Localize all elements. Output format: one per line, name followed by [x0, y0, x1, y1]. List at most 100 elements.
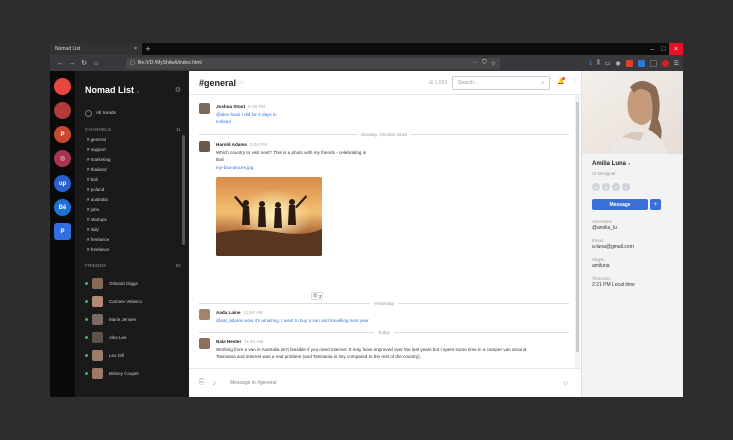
online-status-dot [85, 300, 88, 303]
threads-icon [85, 110, 92, 117]
friends-section-header[interactable]: FRIENDS 82 [85, 263, 181, 268]
field-label: Timezone [592, 276, 611, 281]
dribbble-icon[interactable]: ◎ [54, 150, 71, 167]
profile-name: Amilia Luna ● [592, 161, 631, 167]
field-value[interactable]: a-luna@gmail.com [592, 244, 634, 250]
sync-icon[interactable]: ◉ [615, 60, 620, 67]
facebook-icon[interactable]: f [622, 183, 630, 191]
attach-icon[interactable]: ⎘ [199, 379, 205, 387]
reaction-badge[interactable]: 😮 3 [311, 292, 323, 300]
instagram-icon[interactable]: ◎ [602, 183, 610, 191]
bookmark-star-icon[interactable]: ☆ [491, 60, 496, 67]
close-window-button[interactable]: × [669, 43, 683, 55]
channels-scrollbar[interactable] [182, 135, 185, 245]
friend-item[interactable]: Leo Gill [85, 350, 124, 361]
field-value[interactable]: amiluna [592, 263, 610, 269]
channel-item-jobs[interactable]: # jobs [87, 207, 99, 212]
extension-dark-icon[interactable] [649, 59, 657, 67]
url-text: file:///D:/MyShiteA/index.html [137, 60, 202, 66]
avatar [92, 332, 103, 343]
search-input[interactable]: Search... ⌕ [452, 76, 550, 90]
channel-item-startups[interactable]: # startups [87, 217, 107, 222]
home-icon[interactable]: ⌂ [90, 57, 102, 69]
download-icon[interactable]: ⤓ [589, 60, 592, 67]
all-threads-link[interactable]: All treads [85, 110, 116, 117]
twitter-icon[interactable]: ✓ [612, 183, 620, 191]
minimize-button[interactable]: – [647, 43, 658, 55]
notification-bell-icon[interactable]: 🔔 [557, 77, 566, 85]
channel-item-australia[interactable]: # australia [87, 197, 108, 202]
star-icon[interactable]: ☆ [239, 79, 244, 86]
new-tab-button[interactable]: + [142, 43, 154, 55]
forward-icon[interactable]: → [66, 57, 78, 69]
message-button[interactable]: Message [592, 199, 648, 210]
workspace-rail: P ◎ up Bē P [50, 71, 75, 397]
channels-section-header[interactable]: CHANNELS 11 [85, 127, 181, 132]
channel-item-general[interactable]: # general [87, 137, 106, 142]
message-text[interactable]: Iceland [216, 118, 277, 126]
avatar [199, 103, 210, 114]
attached-photo[interactable] [216, 177, 322, 256]
upwork-icon[interactable]: up [54, 175, 71, 192]
behance-icon[interactable]: Bē [54, 199, 71, 216]
back-icon[interactable]: ← [54, 57, 66, 69]
team-icon[interactable] [54, 102, 71, 119]
members-icon: ⊞ [429, 80, 434, 86]
linkedin-icon[interactable]: in [592, 183, 600, 191]
friend-item[interactable]: Marie Jensen [85, 314, 136, 325]
channel-item-poland[interactable]: # poland [87, 187, 104, 192]
p-icon[interactable]: P [54, 126, 71, 143]
date-divider: Monday, October 22nd [199, 131, 569, 137]
tab-title: Nomad List [55, 46, 81, 52]
message-text[interactable]: @alex-hack I did for 6 days in [216, 111, 277, 119]
more-menu-icon[interactable]: ☰ [674, 60, 679, 67]
extension-blue-icon[interactable] [637, 59, 645, 67]
extension-red-icon[interactable] [625, 59, 633, 67]
attachment-link[interactable]: my-bsa-places.jpg [216, 164, 366, 172]
message-text: Which country to visit next? This is a p… [216, 149, 367, 155]
nomad-logo-icon[interactable] [54, 78, 71, 95]
message-author[interactable]: Aada Laine [216, 310, 241, 315]
channel-title: #general [199, 77, 237, 88]
page-actions-icon[interactable]: ··· [472, 60, 478, 67]
message-author[interactable]: Joshua Stout [216, 104, 245, 109]
browser-tab[interactable]: Nomad List × [50, 43, 142, 55]
microphone-icon[interactable]: ♪ [213, 380, 217, 387]
message-input[interactable]: Message in #general [230, 380, 276, 386]
member-count[interactable]: ⊞ 1,093 [429, 80, 447, 86]
channel-item-freelance[interactable]: # freelance [87, 237, 109, 242]
channel-item-freelance-2[interactable]: # freelance [87, 247, 109, 252]
extensions-bar: ⤓ ⫼ ▭ ◉ ☰ [589, 59, 679, 67]
profile-social-links: in ◎ ✓ f [592, 183, 630, 191]
chat-scrollbar[interactable] [575, 95, 580, 368]
tab-close-icon[interactable]: × [134, 46, 137, 52]
sidebar-icon[interactable]: ▭ [605, 60, 611, 67]
pocket-icon[interactable]: ⛉ [482, 60, 487, 67]
friend-item[interactable]: Carmen Velasco [85, 296, 142, 307]
profile-role: UI Designer [592, 171, 616, 176]
message-author[interactable]: Nala Hester [216, 339, 241, 344]
friend-item[interactable]: Alex Lee [85, 332, 127, 343]
header-actions: 🔔 ⋮ [557, 77, 577, 85]
message-text[interactable]: @sal_adams wow it's amazing. I want to b… [216, 317, 369, 325]
channel-item-italy[interactable]: # italy [87, 227, 99, 232]
chat-main: #general ☆ ⊞ 1,093 Search... ⌕ 🔔 ⋮ Joshu… [189, 71, 581, 397]
kebab-menu-icon[interactable]: ⋮ [571, 78, 577, 85]
friend-item[interactable]: Britney Cooper [85, 368, 139, 379]
extension-shield-icon[interactable] [661, 59, 669, 67]
url-bar[interactable]: ▢ file:///D:/MyShiteA/index.html ··· ⛉ ☆ [126, 57, 500, 69]
pinterest-icon[interactable]: P [54, 223, 71, 240]
friend-item[interactable]: Orlando Diggs [85, 278, 138, 289]
channel-item-support[interactable]: # support [87, 147, 106, 152]
channel-item-marketing[interactable]: # marketing [87, 157, 111, 162]
library-icon[interactable]: ⫼ [597, 60, 600, 67]
workspace-name[interactable]: Nomad List ⌄ [85, 85, 140, 95]
maximize-button[interactable]: □ [658, 43, 669, 55]
message-author[interactable]: Harold Adams [216, 142, 247, 147]
add-contact-button[interactable]: + [650, 199, 661, 210]
reload-icon[interactable]: ↻ [78, 57, 90, 69]
channel-item-thailand[interactable]: # thailand [87, 167, 107, 172]
settings-gear-icon[interactable]: ⚙ [175, 86, 181, 94]
emoji-icon[interactable]: ☺ [562, 380, 569, 387]
channel-item-bali[interactable]: # bali [87, 177, 98, 182]
